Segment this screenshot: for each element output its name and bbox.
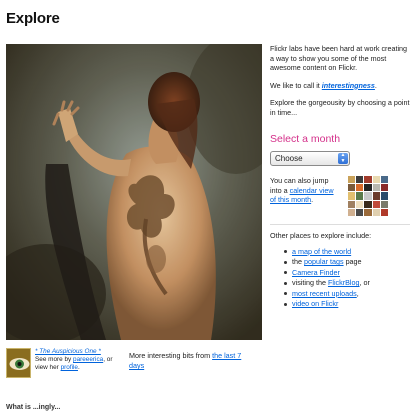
recent-uploads-link[interactable]: most recent uploads [292, 289, 357, 298]
call-it-prefix: We like to call it [270, 80, 320, 90]
list-item: most recent uploads, [284, 289, 410, 299]
caption-period: . [77, 364, 80, 371]
calendar-text: You can also jump into a calendar view o… [270, 176, 340, 205]
camera-finder-link[interactable]: Camera Finder [292, 268, 340, 277]
author-avatar[interactable] [6, 348, 31, 378]
interestingness-link[interactable]: interestingness [322, 81, 375, 90]
call-it-suffix: . [374, 80, 377, 90]
featured-photo-artwork [6, 44, 262, 340]
list-item: the popular tags page [284, 257, 410, 267]
more-interesting: More interesting bits from the last 7 da… [129, 351, 257, 371]
photo-caption: * The Auspicious One * See more by paree… [35, 348, 125, 372]
places-heading: Other places to explore include: [270, 231, 372, 240]
calendar-thumbnail[interactable] [348, 176, 388, 216]
month-select[interactable]: Choose ▲ ▼ [270, 151, 350, 166]
calendar-suffix: . [311, 195, 314, 204]
sidebar-divider [270, 224, 410, 225]
map-of-world-link[interactable]: a map of the world [292, 247, 351, 256]
view-prefix: view her [35, 364, 59, 371]
month-select-value: Choose [275, 154, 303, 163]
call-it-text: We like to call it interestingness. [270, 81, 410, 91]
sidebar: Flickr labs have been hard at work creat… [270, 44, 410, 310]
intro-text: Flickr labs have been hard at work creat… [270, 44, 408, 72]
list-item: video on Flickr [284, 299, 410, 309]
profile-link[interactable]: profile [61, 364, 78, 371]
calendar-row: You can also jump into a calendar view o… [270, 176, 410, 216]
eye-icon [7, 349, 30, 377]
places-list: a map of the world the popular tags page… [270, 247, 410, 309]
footer-heading: What is ...ingly... [6, 404, 61, 411]
author-link[interactable]: pareeerica [73, 356, 103, 363]
flickrblog-link[interactable]: FlickrBlog [328, 278, 360, 287]
or-text: , or [103, 356, 113, 363]
up-down-chevron-icon: ▲ ▼ [338, 152, 348, 164]
more-text: More interesting bits from [129, 351, 211, 360]
page-title: Explore [6, 10, 60, 27]
photo-title-link[interactable]: * The Auspicious One * [35, 348, 101, 355]
list-item: a map of the world [284, 247, 410, 257]
list-item: visiting the FlickrBlog, or [284, 278, 410, 288]
video-on-flickr-link[interactable]: video on Flickr [292, 299, 338, 308]
select-month-heading: Select a month [270, 133, 341, 145]
featured-photo[interactable] [6, 44, 262, 340]
popular-tags-link[interactable]: popular tags [304, 257, 344, 266]
see-more-prefix: See more by [35, 356, 72, 363]
list-item: Camera Finder [284, 268, 410, 278]
gorgeousity-text: Explore the gorgeousity by choosing a po… [270, 98, 410, 117]
